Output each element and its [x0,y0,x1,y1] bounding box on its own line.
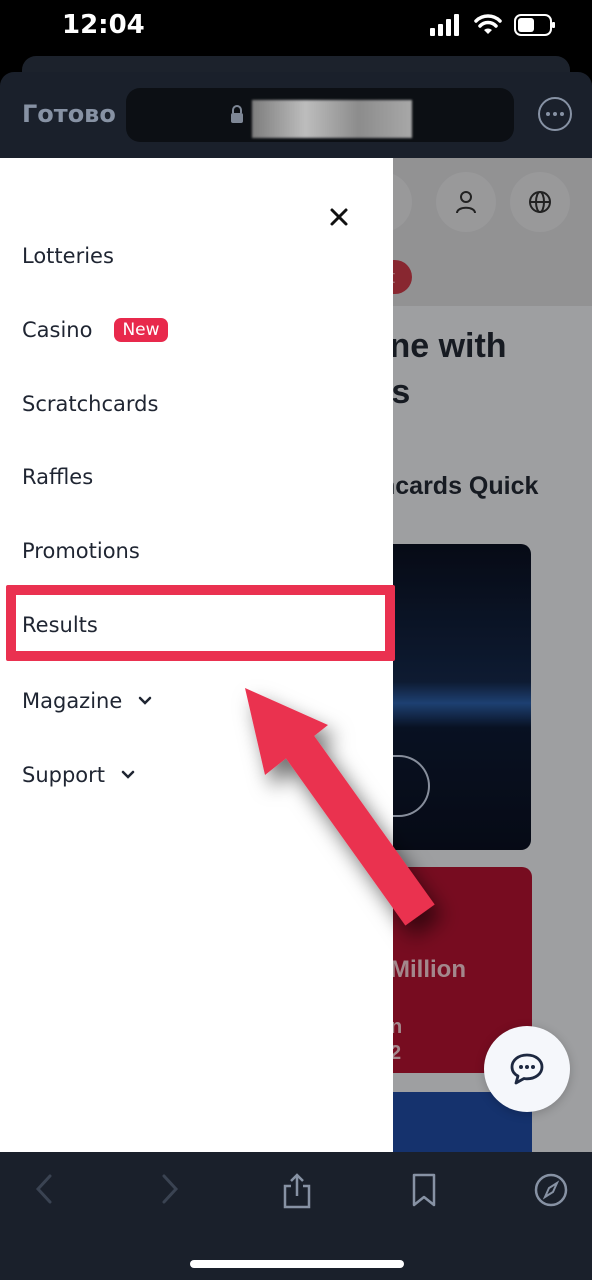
menu-item-support[interactable]: Support [22,763,135,787]
lock-icon [231,105,243,123]
status-bar: 12:04 [0,0,592,56]
more-icon[interactable] [538,97,572,131]
menu-item-magazine[interactable]: Magazine [22,689,152,713]
chevron-down-icon [139,696,152,705]
forward-icon[interactable] [160,1172,180,1206]
close-icon[interactable] [326,204,352,230]
done-button[interactable]: Готово [22,100,116,128]
menu-item-casino[interactable]: Casino New [22,318,168,342]
menu-item-lotteries[interactable]: Lotteries [22,244,114,268]
chevron-down-icon [121,770,135,779]
menu-item-label: Scratchcards [22,392,159,416]
signal-icon [430,14,459,36]
menu-item-label: Magazine [22,689,123,713]
menu-item-label: Lotteries [22,244,114,268]
menu-item-label: Casino [22,318,93,342]
chat-button[interactable] [484,1026,570,1112]
menu-item-raffles[interactable]: Raffles [22,465,93,489]
browser-top-chrome: Готово [0,56,592,158]
home-indicator[interactable] [190,1260,404,1268]
battery-icon [514,14,555,36]
annotation-arrow [245,688,435,926]
bookmark-icon[interactable] [410,1172,438,1208]
wifi-icon [474,14,502,34]
menu-item-label: Promotions [22,539,140,563]
chat-icon [510,1053,544,1085]
results-highlight-box [6,585,395,661]
menu-item-label: Raffles [22,465,94,489]
back-icon[interactable] [34,1172,54,1206]
menu-item-label: Support [22,763,106,787]
status-icons [430,14,556,36]
url-redacted [252,100,412,138]
browser-nav-bar: Готово [0,72,592,158]
status-time: 12:04 [62,10,145,40]
menu-item-scratchcards[interactable]: Scratchcards [22,392,158,416]
menu-item-promotions[interactable]: Promotions [22,539,140,563]
share-icon[interactable] [282,1172,312,1210]
url-field[interactable] [126,88,514,142]
new-badge: New [114,318,168,342]
compass-icon[interactable] [534,1172,568,1208]
